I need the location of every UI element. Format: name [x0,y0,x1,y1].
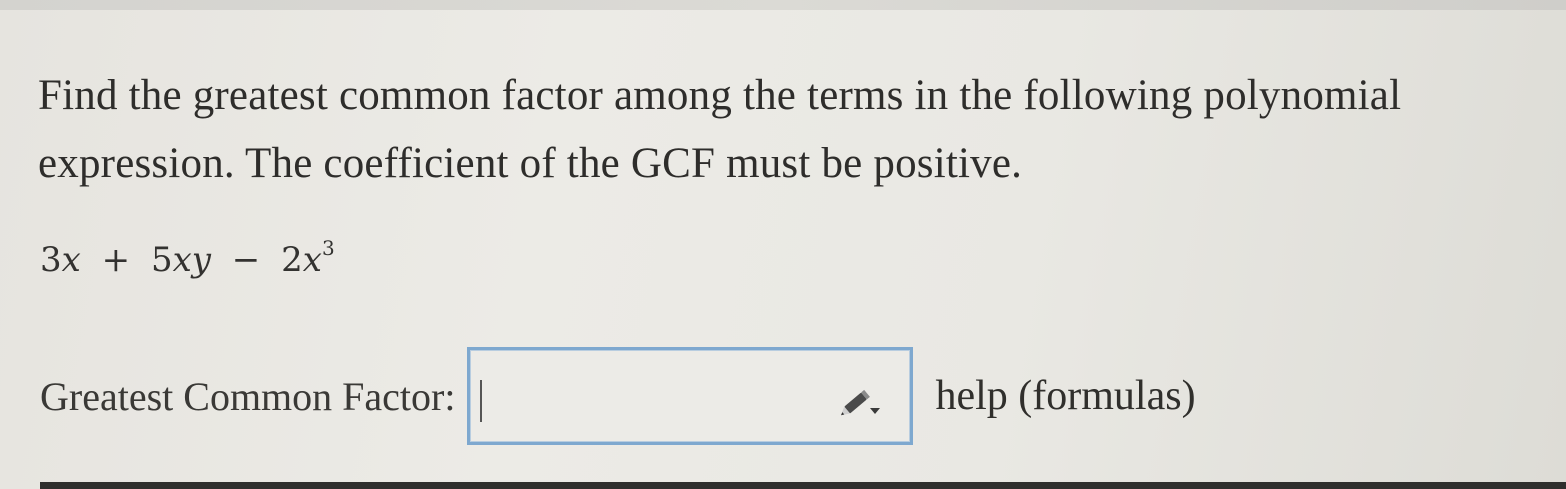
term3-variable: x [302,240,322,280]
pencil-dropdown-icon[interactable] [840,386,882,420]
top-strip [0,0,1566,10]
bottom-divider [40,482,1566,489]
polynomial-expression: 3x + 5xy − 2x3 [40,236,335,280]
text-caret [480,380,483,422]
term2-variable: xy [172,240,211,280]
term2-coefficient: 5 [150,240,173,280]
help-formulas-link[interactable]: help (formulas) [935,372,1195,420]
operator-minus: − [231,240,261,280]
operator-plus: + [101,240,131,280]
problem-line-1: Find the greatest common factor among th… [38,72,1402,119]
problem-statement: Find the greatest common factor among th… [38,62,1538,198]
term1-coefficient: 3 [40,240,62,280]
problem-line-2: expression. The coefficient of the GCF m… [38,140,1023,187]
term3-coefficient: 2 [281,240,303,280]
term3-exponent: 3 [321,236,335,260]
gcf-answer-input[interactable] [467,347,914,445]
term1-variable: x [61,240,81,280]
gcf-label: Greatest Common Factor: [40,373,456,419]
answer-row: Greatest Common Factor: help (formulas) [40,344,1196,448]
